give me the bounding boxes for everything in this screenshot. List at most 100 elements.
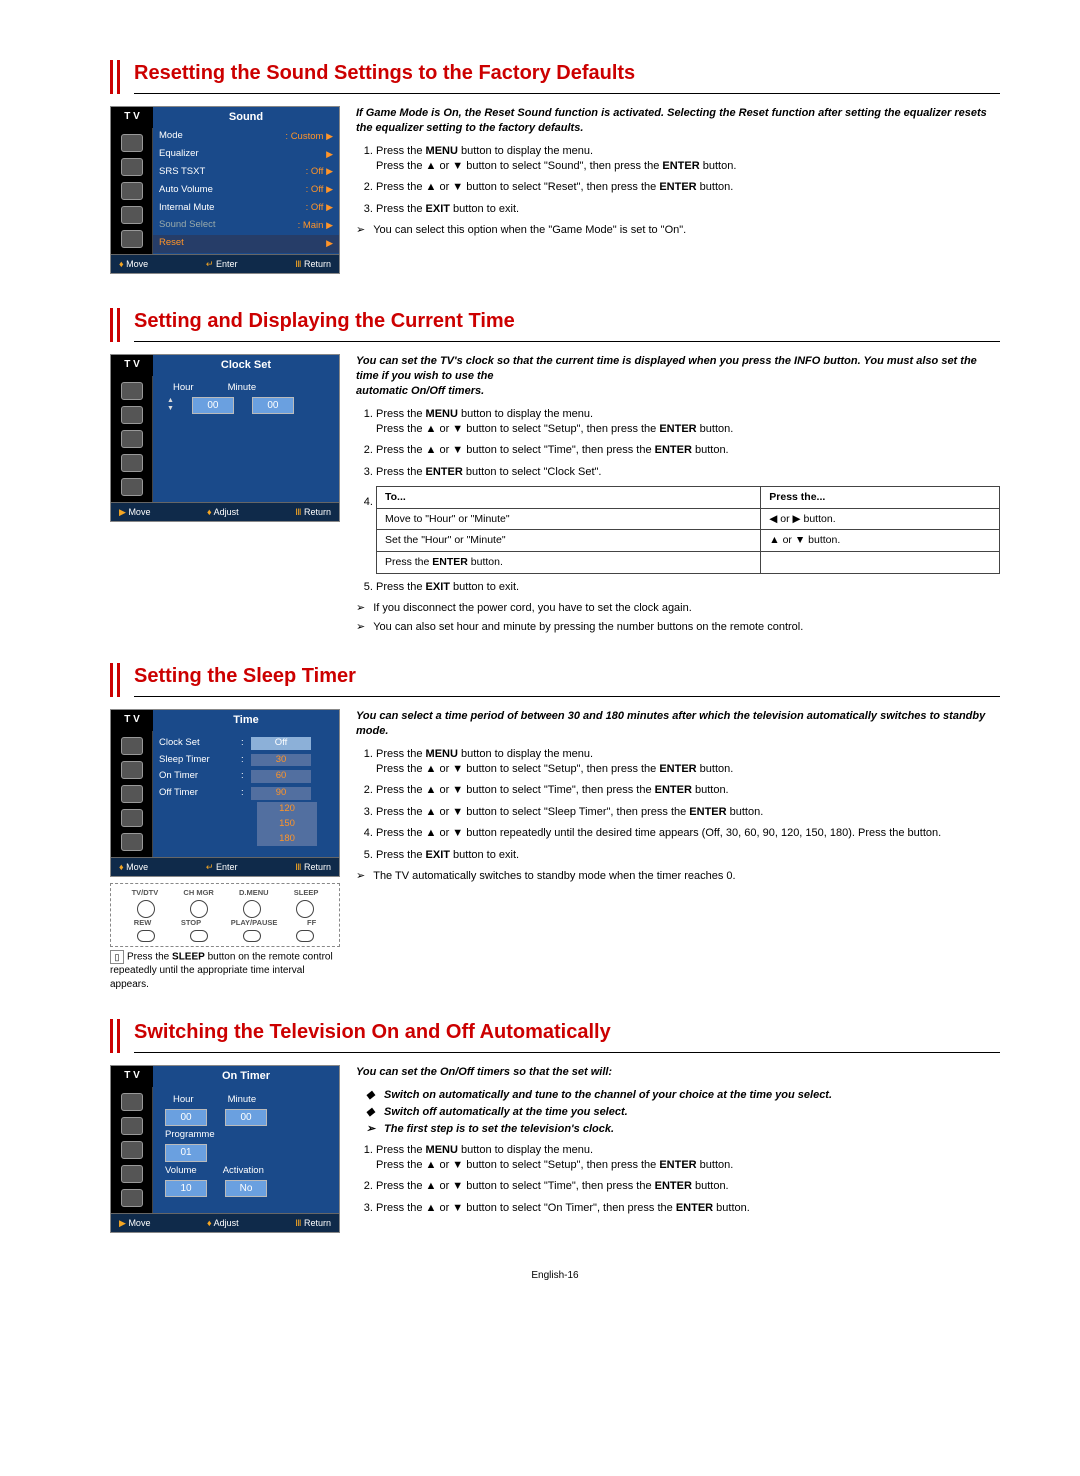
remote-button-icon bbox=[137, 900, 155, 918]
section-title: Setting and Displaying the Current Time bbox=[134, 308, 1000, 341]
menu-icon bbox=[121, 134, 143, 152]
step: Press the MENU button to display the men… bbox=[376, 144, 1000, 175]
section-current-time: Setting and Displaying the Current Time … bbox=[110, 308, 1000, 635]
remote-control-diagram: TV/DTV CH MGR D.MENU SLEEP REW STOP PLAY/PAUS… bbox=[110, 883, 340, 947]
step-list: Press the MENU button to display the men… bbox=[356, 747, 1000, 863]
osd-menu-item: Sound Select: Main ▶ bbox=[153, 217, 339, 235]
osd-option: 120 bbox=[257, 802, 317, 817]
section-title: Switching the Television On and Off Auto… bbox=[134, 1019, 1000, 1052]
step: Press the MENU button to display the men… bbox=[376, 1143, 1000, 1174]
section-on-off-auto: Switching the Television On and Off Auto… bbox=[110, 1019, 1000, 1239]
step: Press the ▲ or ▼ button to select "On Ti… bbox=[376, 1201, 1000, 1216]
step: Press the ▲ or ▼ button repeatedly until… bbox=[376, 826, 1000, 841]
menu-icon bbox=[121, 1117, 143, 1135]
osd-option: 150 bbox=[257, 817, 317, 832]
note-arrow-icon: ➢ bbox=[356, 869, 365, 884]
step: Press the ▲ or ▼ button to select "Reset… bbox=[376, 180, 1000, 195]
remote-button-icon bbox=[296, 900, 314, 918]
section-sleep-timer: Setting the Sleep Timer T V Time Clock S… bbox=[110, 663, 1000, 991]
section-lead: If Game Mode is On, the Reset Sound func… bbox=[356, 106, 1000, 136]
minute-value: 00 bbox=[225, 1109, 267, 1127]
menu-icon bbox=[121, 809, 143, 827]
section-title: Resetting the Sound Settings to the Fact… bbox=[134, 60, 1000, 93]
remote-button-label: STOP bbox=[181, 918, 201, 928]
osd-menu-item: Mode: Custom ▶ bbox=[153, 128, 339, 146]
step-list: Press the MENU button to display the men… bbox=[356, 407, 1000, 596]
step: Press the ▲ or ▼ button to select "Time"… bbox=[376, 1179, 1000, 1194]
activation-value: No bbox=[225, 1180, 267, 1198]
osd-tv-label: T V bbox=[111, 107, 153, 128]
step: Press the MENU button to display the men… bbox=[376, 407, 1000, 438]
step: Press the ▲ or ▼ button to select "Time"… bbox=[376, 783, 1000, 798]
adjust-arrows-icon: ▲▼ bbox=[167, 397, 174, 413]
section-title: Setting the Sleep Timer bbox=[134, 663, 1000, 696]
osd-menu-item: On Timer:60 bbox=[153, 768, 339, 785]
step: Press the EXIT button to exit. bbox=[376, 848, 1000, 863]
menu-icon bbox=[121, 833, 143, 851]
minute-value: 00 bbox=[252, 397, 294, 415]
menu-icon bbox=[121, 478, 143, 496]
remote-button-label: TV/DTV bbox=[132, 888, 159, 898]
bullet-list: Switch on automatically and tune to the … bbox=[356, 1088, 1000, 1120]
note-arrow-icon: ➢ bbox=[356, 620, 365, 635]
osd-menu-item: Auto Volume: Off ▶ bbox=[153, 181, 339, 199]
heading-accent-bar bbox=[110, 663, 120, 697]
page-footer: English-16 bbox=[110, 1269, 1000, 1283]
remote-button-label: FF bbox=[307, 918, 316, 928]
section-sound-reset: Resetting the Sound Settings to the Fact… bbox=[110, 60, 1000, 280]
step: Press the ENTER button to select "Clock … bbox=[376, 465, 1000, 480]
note: ➢You can select this option when the "Ga… bbox=[356, 223, 1000, 238]
remote-button-label: PLAY/PAUSE bbox=[231, 918, 278, 928]
menu-icon bbox=[121, 182, 143, 200]
menu-icon bbox=[121, 737, 143, 755]
remote-button-label: CH MGR bbox=[183, 888, 213, 898]
step-list: Press the MENU button to display the men… bbox=[356, 144, 1000, 218]
heading-accent-bar bbox=[110, 1019, 120, 1053]
section-lead: You can select a time period of between … bbox=[356, 709, 1000, 739]
note-arrow-icon: ➢ bbox=[356, 601, 365, 616]
osd-sound-menu: T V Sound Mode: Custom ▶Equalizer ▶SRS T… bbox=[110, 106, 340, 274]
step: Press the ▲ or ▼ button to select "Sleep… bbox=[376, 805, 1000, 820]
step: Press the EXIT button to exit. bbox=[376, 580, 1000, 595]
osd-menu-item: Clock Set:Off bbox=[153, 735, 339, 752]
menu-icon bbox=[121, 761, 143, 779]
hour-value: 00 bbox=[192, 397, 234, 415]
step: Press the MENU button to display the men… bbox=[376, 747, 1000, 778]
menu-icon bbox=[121, 206, 143, 224]
osd-menu-item: Equalizer ▶ bbox=[153, 146, 339, 164]
programme-value: 01 bbox=[165, 1144, 207, 1162]
menu-icon bbox=[121, 158, 143, 176]
osd-menu-item: Sleep Timer:30 bbox=[153, 752, 339, 769]
menu-icon bbox=[121, 1189, 143, 1207]
osd-menu-item: SRS TSXT: Off ▶ bbox=[153, 163, 339, 181]
menu-icon bbox=[121, 1093, 143, 1111]
menu-icon bbox=[121, 454, 143, 472]
remote-button-label: SLEEP bbox=[294, 888, 319, 898]
remote-button-label: REW bbox=[134, 918, 152, 928]
menu-icon bbox=[121, 785, 143, 803]
step-list: Press the MENU button to display the men… bbox=[356, 1143, 1000, 1217]
note: ➢You can also set hour and minute by pre… bbox=[356, 620, 1000, 635]
osd-time-menu: T V Time Clock Set:OffSleep Timer:30On T… bbox=[110, 709, 340, 877]
note-arrow-icon: ➢ bbox=[356, 223, 365, 238]
remote-button-icon bbox=[296, 930, 314, 942]
hour-value: 00 bbox=[165, 1109, 207, 1127]
remote-shortcut-icon: ▯ bbox=[110, 950, 124, 964]
note: ➢If you disconnect the power cord, you h… bbox=[356, 601, 1000, 616]
heading-accent-bar bbox=[110, 308, 120, 342]
remote-button-icon bbox=[190, 900, 208, 918]
remote-button-icon bbox=[243, 930, 261, 942]
volume-value: 10 bbox=[165, 1180, 207, 1198]
osd-clock-set: T V Clock Set HourMinute ▲▼ 00 00 bbox=[110, 354, 340, 522]
step: Press the EXIT button to exit. bbox=[376, 202, 1000, 217]
menu-icon bbox=[121, 1165, 143, 1183]
menu-icon bbox=[121, 430, 143, 448]
osd-menu-item: Internal Mute: Off ▶ bbox=[153, 199, 339, 217]
remote-button-label: D.MENU bbox=[239, 888, 269, 898]
menu-icon bbox=[121, 382, 143, 400]
menu-icon bbox=[121, 406, 143, 424]
section-lead: You can set the TV's clock so that the c… bbox=[356, 354, 1000, 399]
osd-title: Sound bbox=[153, 107, 339, 128]
menu-icon bbox=[121, 1141, 143, 1159]
step: To...Press the... Move to "Hour" or "Min… bbox=[376, 486, 1000, 574]
